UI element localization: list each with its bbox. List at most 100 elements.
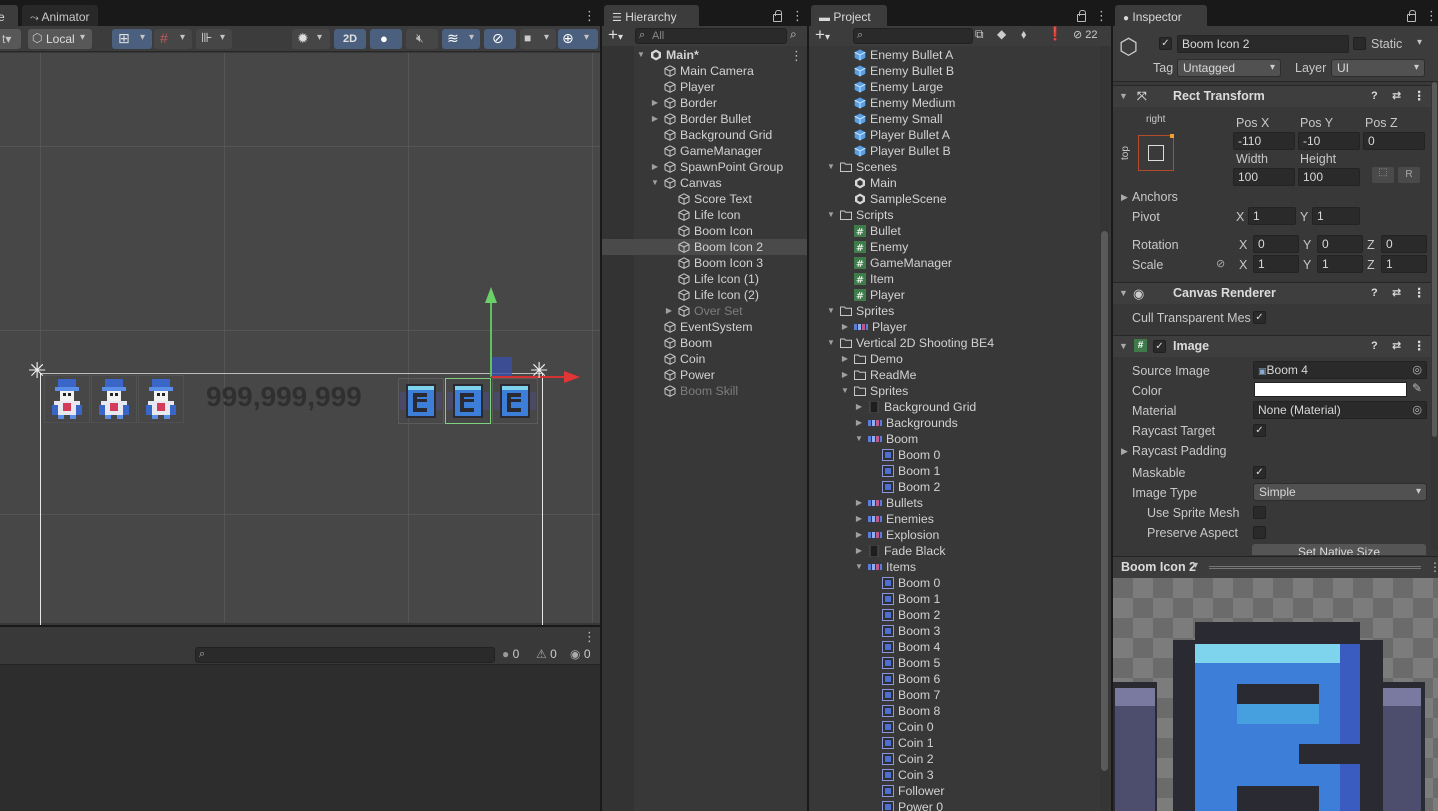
rect-transform-header[interactable]: ▼ ⤧ Rect Transform ? ⇄ ⋮ bbox=[1113, 85, 1438, 107]
scene-viewport[interactable]: 999,999,999 ✳ ✳ bbox=[0, 53, 600, 625]
layer-dropdown[interactable]: UI bbox=[1331, 59, 1425, 77]
tag-icon[interactable]: ⬧ bbox=[1021, 27, 1026, 42]
scene-options-icon[interactable]: ⋮ bbox=[790, 49, 803, 62]
project-scrollbar[interactable] bbox=[1100, 46, 1109, 811]
project-item[interactable]: ▶ Explosion bbox=[809, 527, 1099, 543]
fold-expanded-icon[interactable]: ▼ bbox=[854, 559, 864, 575]
project-search-input[interactable] bbox=[853, 28, 973, 44]
hierarchy-item[interactable]: GameManager bbox=[602, 143, 807, 159]
create-button[interactable]: +▾ bbox=[608, 25, 623, 45]
hierarchy-menu-icon[interactable]: ⋮ bbox=[791, 9, 804, 22]
project-item[interactable]: SampleScene bbox=[809, 191, 1099, 207]
anchors-label[interactable]: Anchors bbox=[1132, 190, 1178, 204]
project-item[interactable]: Coin 1 bbox=[809, 735, 1099, 751]
image-type-dropdown[interactable]: Simple bbox=[1253, 483, 1427, 501]
image-enabled-checkbox[interactable]: ✓ bbox=[1153, 340, 1166, 353]
image-header[interactable]: ▼ # ✓ Image ? ⇄ ⋮ bbox=[1113, 335, 1438, 357]
tab-hierarchy[interactable]: ☰ Hierarchy bbox=[604, 5, 699, 26]
hierarchy-item[interactable]: Player bbox=[602, 79, 807, 95]
project-item[interactable]: Main bbox=[809, 175, 1099, 191]
project-item[interactable]: Boom 1 bbox=[809, 591, 1099, 607]
static-checkbox[interactable] bbox=[1353, 37, 1366, 50]
project-lock-icon[interactable] bbox=[1077, 10, 1086, 22]
hierarchy-item[interactable]: Boom Skill bbox=[602, 383, 807, 399]
hierarchy-item[interactable]: Score Text bbox=[602, 191, 807, 207]
project-item[interactable]: ▶ Enemies bbox=[809, 511, 1099, 527]
project-item[interactable]: ▶ Demo bbox=[809, 351, 1099, 367]
inspector-scrollbar[interactable] bbox=[1431, 82, 1438, 550]
scale-z-field[interactable]: 1 bbox=[1381, 255, 1427, 273]
project-item[interactable]: Coin 0 bbox=[809, 719, 1099, 735]
project-item[interactable]: ▼ Scripts bbox=[809, 207, 1099, 223]
inspector-scrollbar-thumb[interactable] bbox=[1432, 82, 1437, 437]
static-chevron-icon[interactable]: ▾ bbox=[1417, 37, 1422, 48]
hierarchy-item[interactable]: Boom Icon 3 bbox=[602, 255, 807, 271]
project-item[interactable]: Boom 3 bbox=[809, 623, 1099, 639]
mode-2d-button[interactable]: 2D bbox=[334, 29, 366, 49]
project-item[interactable]: ▶ Backgrounds bbox=[809, 415, 1099, 431]
anchor-presets-button[interactable] bbox=[1138, 134, 1174, 171]
local-dropdown[interactable]: ⬡ Local ▾ bbox=[28, 29, 92, 49]
raycast-target-checkbox[interactable]: ✓ bbox=[1253, 424, 1266, 437]
effects-button[interactable]: ≋ ▾ bbox=[442, 29, 480, 49]
increment-snap-button[interactable]: ⊪ ▾ bbox=[196, 29, 232, 49]
tab-scene[interactable]: e bbox=[0, 5, 18, 26]
console-warning-count[interactable]: ⚠ 0 bbox=[536, 647, 557, 661]
project-item[interactable]: Boom 1 bbox=[809, 463, 1099, 479]
draw-mode-button[interactable]: ✹ ▾ bbox=[292, 29, 330, 49]
preview-drag-handle[interactable] bbox=[1209, 566, 1421, 569]
project-item[interactable]: ▼ Scenes bbox=[809, 159, 1099, 175]
raw-edit-button[interactable]: R bbox=[1398, 167, 1420, 183]
image-presets-icon[interactable]: ⇄ bbox=[1392, 336, 1401, 357]
hierarchy-item[interactable]: Coin bbox=[602, 351, 807, 367]
hierarchy-item[interactable]: ▶ SpawnPoint Group bbox=[602, 159, 807, 175]
fold-collapsed-icon[interactable]: ▶ bbox=[854, 543, 864, 559]
project-item[interactable]: Coin 3 bbox=[809, 767, 1099, 783]
gizmos-button[interactable]: ⊕ ▾ bbox=[558, 29, 598, 49]
project-item[interactable]: ▼ Items bbox=[809, 559, 1099, 575]
cull-transparent-checkbox[interactable]: ✓ bbox=[1253, 311, 1266, 324]
fold-expanded-icon[interactable]: ▼ bbox=[854, 431, 864, 447]
source-image-field[interactable]: ▣Boom 4 ◎ bbox=[1253, 361, 1427, 379]
hierarchy-item[interactable]: Main Camera bbox=[602, 63, 807, 79]
preview-chevron-icon[interactable]: ▾ bbox=[1193, 560, 1198, 571]
hierarchy-item[interactable]: EventSystem bbox=[602, 319, 807, 335]
scene-visibility-button[interactable]: ⊘ bbox=[484, 29, 516, 49]
fold-expanded-icon[interactable]: ▼ bbox=[840, 383, 850, 399]
tag-dropdown[interactable]: Untagged bbox=[1177, 59, 1281, 77]
project-scrollbar-thumb[interactable] bbox=[1101, 231, 1108, 771]
pos-x-field[interactable]: -110 bbox=[1233, 132, 1295, 150]
anchor-handle-right[interactable]: ✳ bbox=[530, 360, 548, 382]
project-item[interactable]: Enemy Medium bbox=[809, 95, 1099, 111]
fold-collapsed-icon[interactable]: ▶ bbox=[840, 351, 850, 367]
hierarchy-item[interactable]: Life Icon bbox=[602, 207, 807, 223]
search-options-icon[interactable]: ⌕ bbox=[790, 27, 797, 42]
project-item[interactable]: ▼ Vertical 2D Shooting BE4 bbox=[809, 335, 1099, 351]
fold-expanded-icon[interactable]: ▼ bbox=[826, 207, 836, 223]
color-swatch[interactable] bbox=[1254, 382, 1407, 397]
fold-collapsed-icon[interactable]: ▶ bbox=[854, 511, 864, 527]
image-menu-icon[interactable]: ⋮ bbox=[1413, 336, 1426, 357]
camera-button[interactable]: ■ ▾ bbox=[520, 29, 556, 49]
grid-visibility-button[interactable]: # ▾ bbox=[154, 29, 192, 49]
raycast-padding-arrow[interactable]: ▶ bbox=[1121, 446, 1128, 457]
maskable-checkbox[interactable]: ✓ bbox=[1253, 466, 1266, 479]
project-item[interactable]: Boom 7 bbox=[809, 687, 1099, 703]
use-sprite-mesh-checkbox[interactable] bbox=[1253, 506, 1266, 519]
project-item[interactable]: Boom 4 bbox=[809, 639, 1099, 655]
rotation-y-field[interactable]: 0 bbox=[1317, 235, 1363, 253]
fold-collapsed-icon[interactable]: ▶ bbox=[840, 367, 850, 383]
project-item[interactable]: ▼ Sprites bbox=[809, 303, 1099, 319]
grid-snap-button[interactable]: ⊞ ▾ bbox=[112, 29, 152, 49]
project-item[interactable]: Enemy Bullet A bbox=[809, 47, 1099, 63]
fold-collapsed-icon[interactable]: ▶ bbox=[650, 111, 660, 127]
fold-expanded-icon[interactable]: ▼ bbox=[650, 175, 660, 191]
project-item[interactable]: Boom 8 bbox=[809, 703, 1099, 719]
rotation-x-field[interactable]: 0 bbox=[1253, 235, 1299, 253]
project-item[interactable]: Boom 2 bbox=[809, 607, 1099, 623]
active-checkbox[interactable]: ✓ bbox=[1159, 37, 1172, 50]
fold-expanded-icon[interactable]: ▼ bbox=[826, 303, 836, 319]
console-search-input[interactable] bbox=[195, 647, 495, 663]
hierarchy-item[interactable]: Background Grid bbox=[602, 127, 807, 143]
fold-expanded-icon[interactable]: ▼ bbox=[636, 47, 646, 63]
